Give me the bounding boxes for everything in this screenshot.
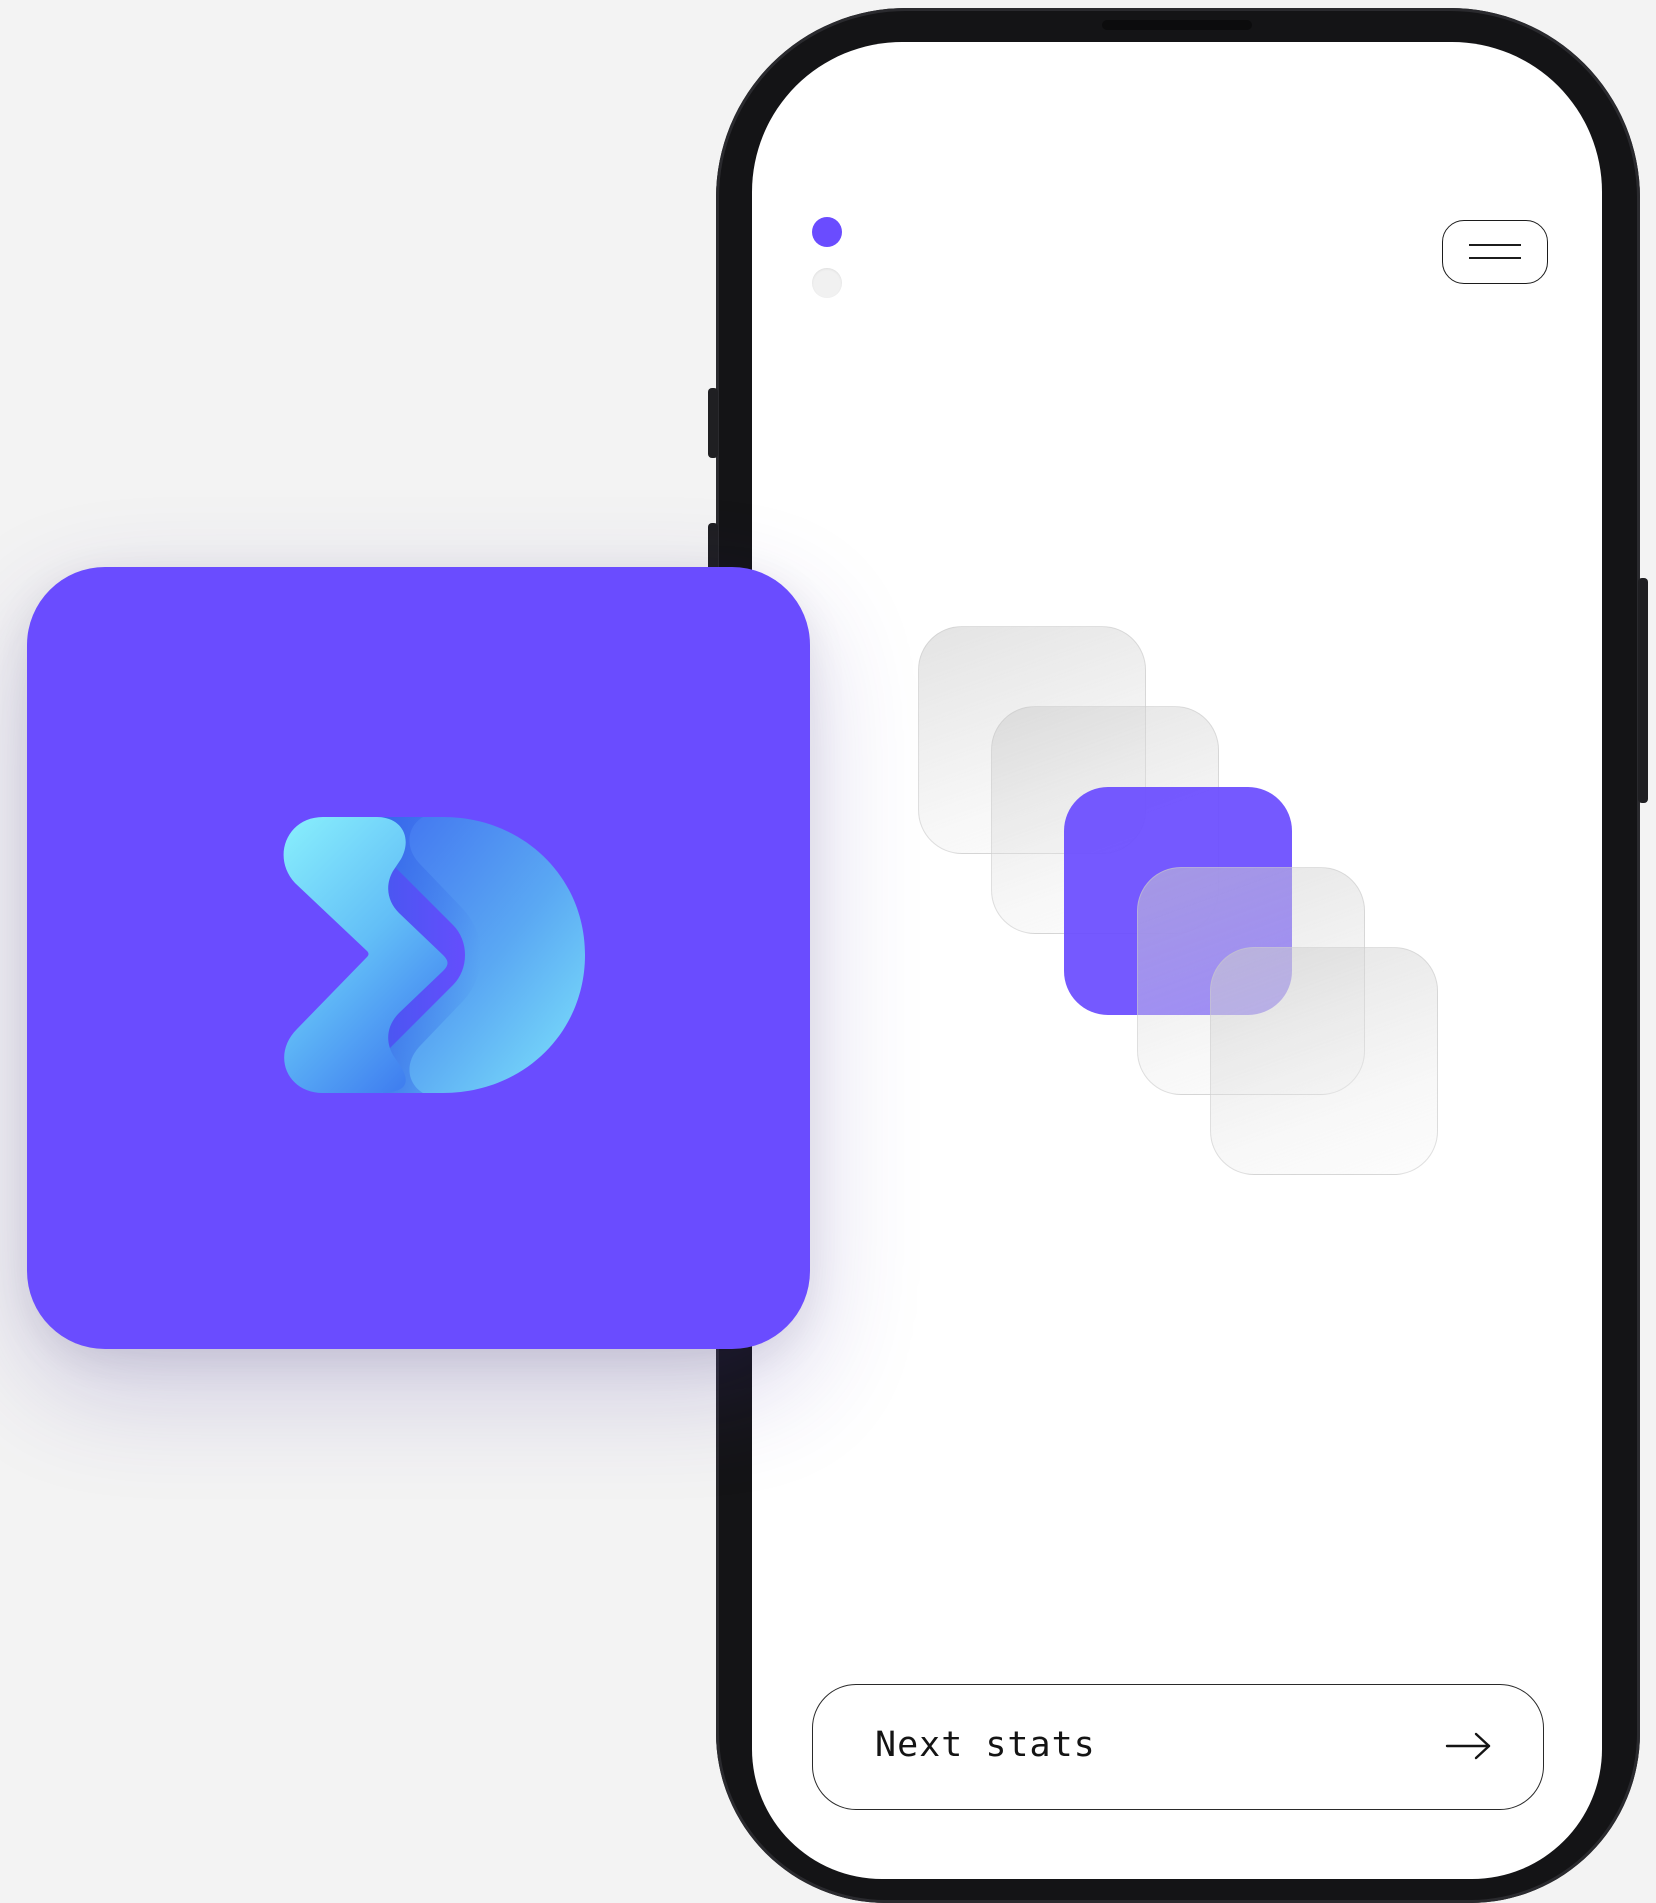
pagination-dot-active[interactable] [812,217,842,247]
next-stats-button[interactable]: Next stats [812,1684,1544,1810]
next-stats-label: Next stats [875,1725,1096,1765]
menu-button[interactable] [1442,220,1548,284]
phone-device: Next stats [708,8,1648,1903]
onboarding-screen: Next stats [752,42,1602,1879]
phone-side-button [708,388,718,458]
phone-power-button [1638,578,1648,803]
arrow-right-icon [1445,1732,1491,1760]
app-logo-icon [283,817,585,1093]
illustration-square [1210,947,1438,1175]
app-logo-card [27,567,810,1349]
pagination-dot[interactable] [812,268,842,298]
phone-speaker [1102,20,1252,30]
